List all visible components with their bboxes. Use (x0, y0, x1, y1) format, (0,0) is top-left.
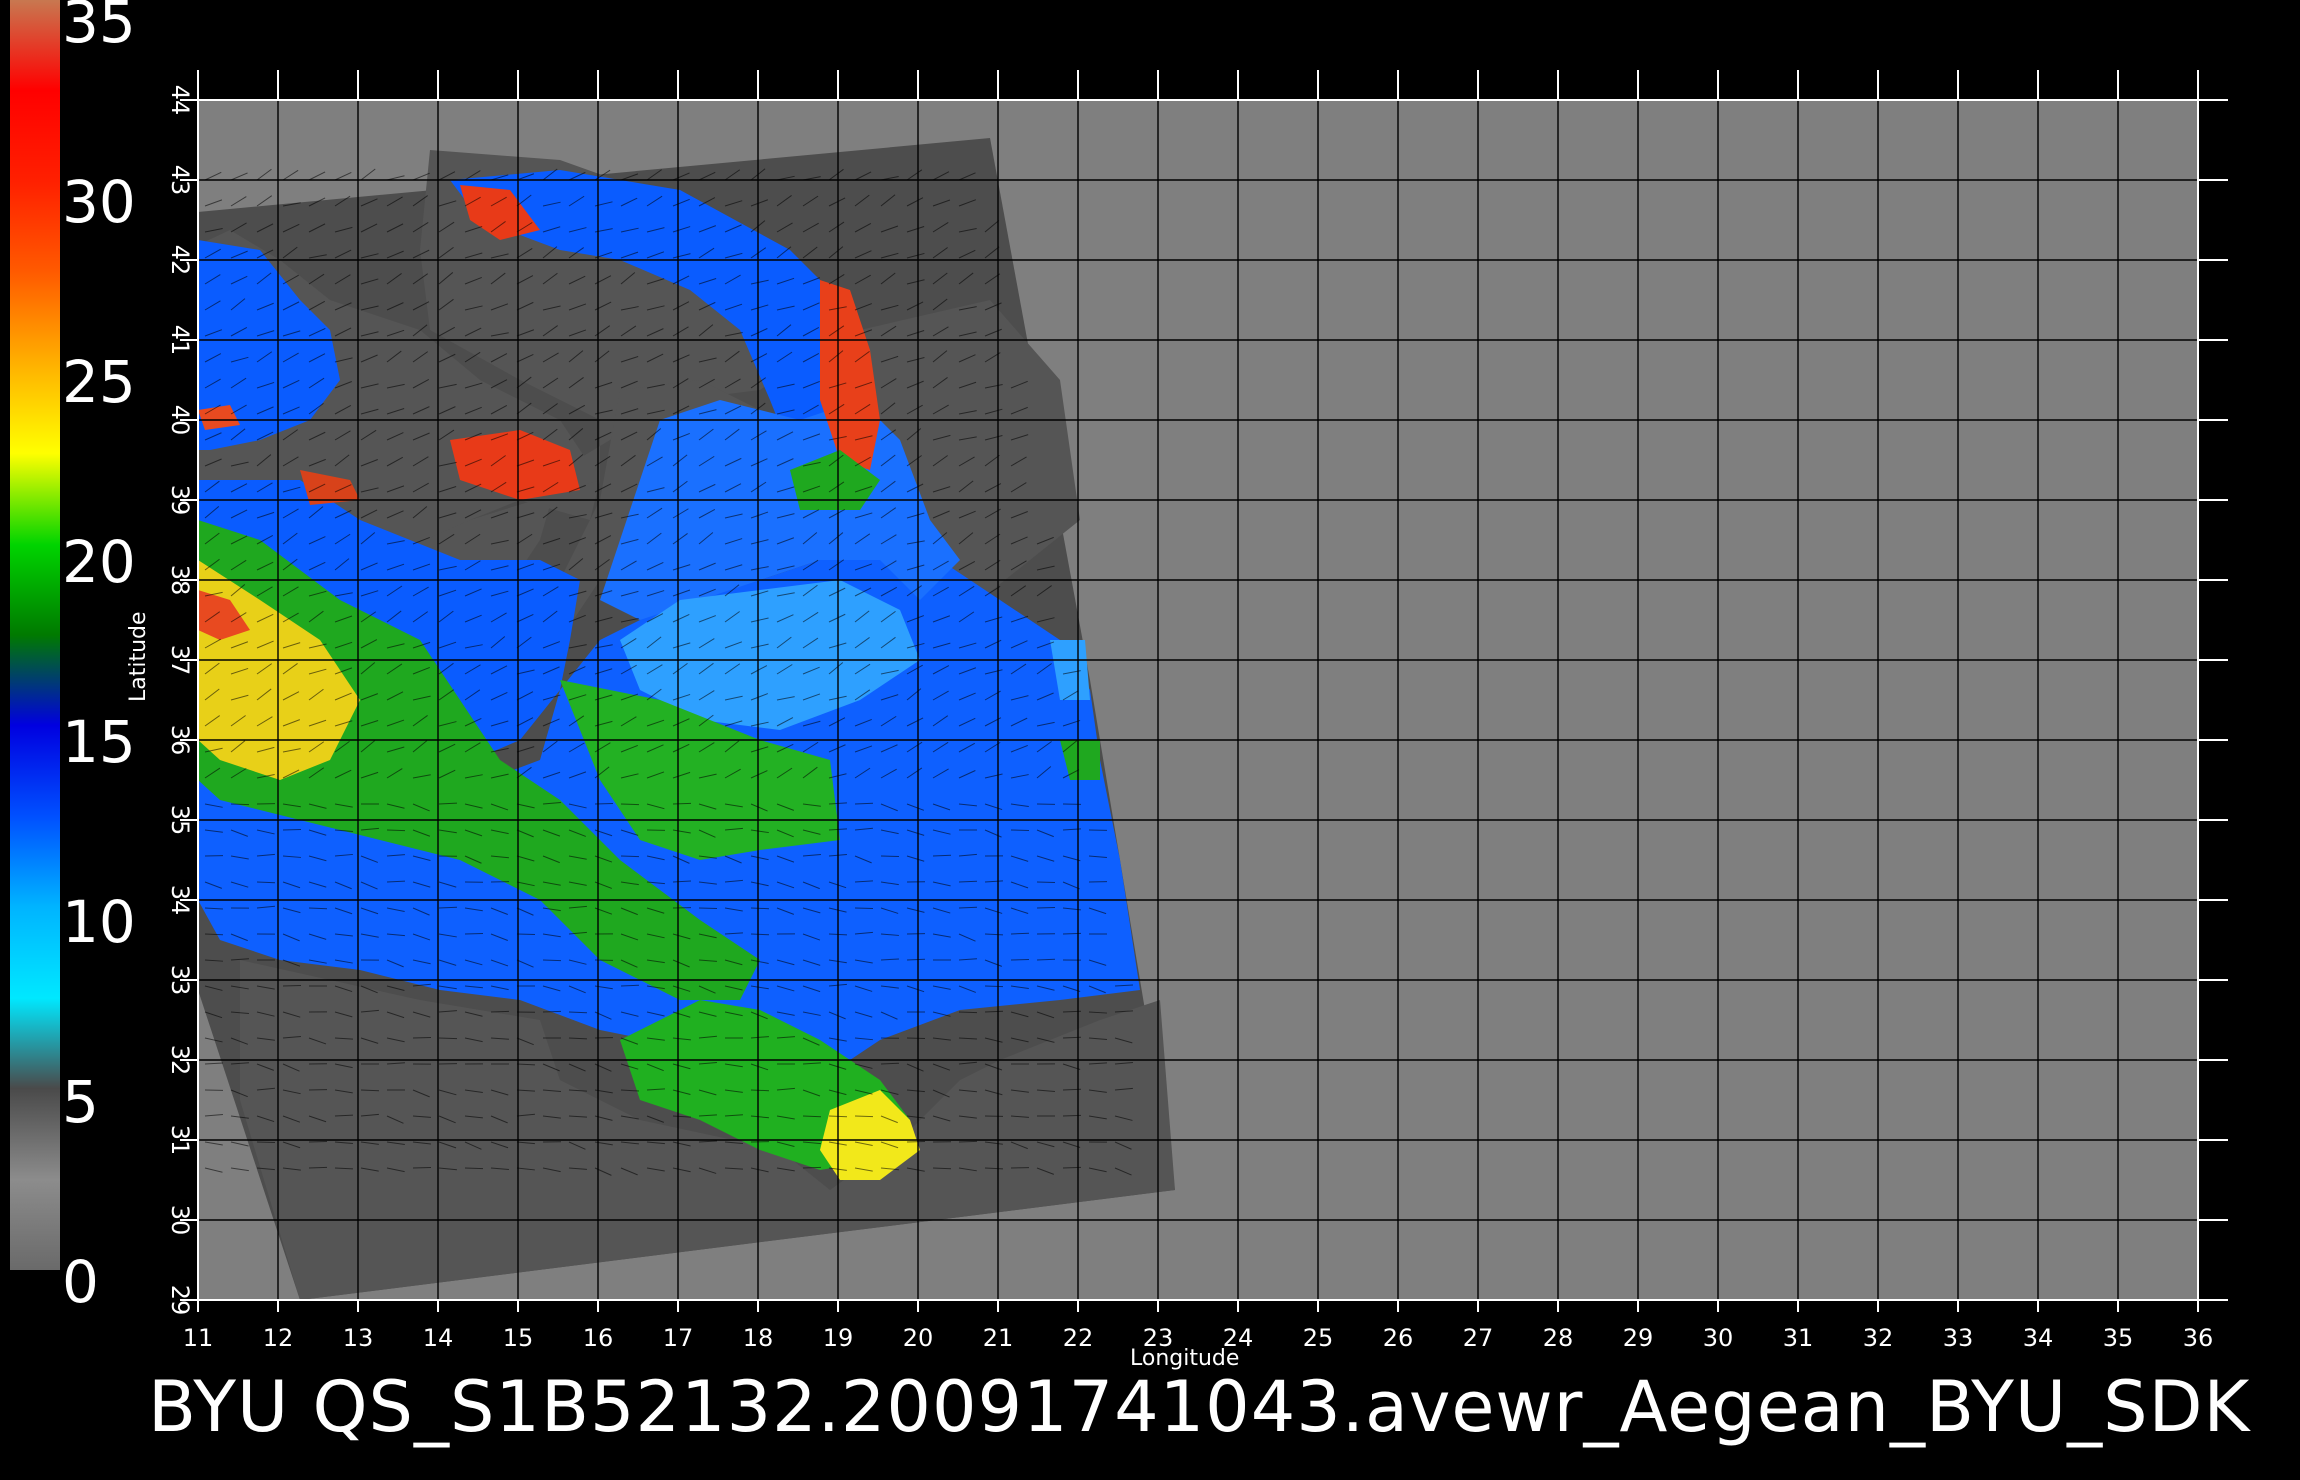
footer-title: BYU QS_S1B52132.20091741043.avewr_Aegean… (148, 1366, 2251, 1448)
colorbar-label: 0 (62, 1248, 99, 1316)
y-tick-label: 32 (166, 1045, 194, 1076)
y-tick-label: 41 (166, 325, 194, 356)
wind-vector (802, 1166, 822, 1169)
y-axis-label: Latitude (126, 611, 151, 702)
x-tick-label: 29 (1623, 1324, 1654, 1352)
y-tick-label: 34 (166, 885, 194, 916)
x-tick-label: 25 (1303, 1324, 1334, 1352)
wind-vector (438, 1037, 458, 1040)
y-tick-label: 35 (166, 805, 194, 836)
x-tick-label: 26 (1383, 1324, 1414, 1352)
y-tick-label: 43 (166, 165, 194, 196)
wind-vector (1062, 932, 1082, 935)
wind-vector (1062, 1114, 1082, 1117)
x-tick-label: 36 (2183, 1324, 2214, 1352)
x-tick-label: 27 (1463, 1324, 1494, 1352)
x-tick-label: 33 (1943, 1324, 1974, 1352)
wind-vector (282, 984, 302, 987)
x-tick-label: 14 (423, 1324, 454, 1352)
wind-map: 11 12 13 14 15 16 17 18 19 20 21 22 23 24 25 26 27 28 29 30… (10, 0, 2228, 1352)
x-tick-label: 13 (343, 1324, 374, 1352)
colorbar-label: 25 (62, 348, 136, 416)
wind-vector (620, 803, 640, 806)
y-tick-labels: 29 30 31 32 33 34 35 36 37 38 39 40 41 42 43 44 (166, 85, 194, 1316)
wind-vector (464, 1167, 484, 1170)
x-tick-label: 21 (983, 1324, 1014, 1352)
wind-vector (750, 907, 770, 910)
x-tick-label: 15 (503, 1324, 534, 1352)
x-tick-label: 30 (1703, 1324, 1734, 1352)
wind-vector (542, 959, 562, 962)
wind-vector (542, 1010, 562, 1013)
wind-vector (1036, 881, 1056, 884)
wind-vector (386, 829, 406, 832)
wind-vector (308, 1166, 328, 1169)
colorbar-label: 15 (62, 708, 136, 776)
wind-vector (854, 1115, 874, 1118)
colorbar-labels: 35 30 25 20 15 10 5 0 (62, 0, 136, 1316)
colorbar-label: 35 (62, 0, 136, 56)
wind-vector (906, 1037, 926, 1040)
wind-vector (802, 1115, 822, 1118)
y-tick-label: 37 (166, 645, 194, 676)
x-tick-label: 16 (583, 1324, 614, 1352)
wind-vector (958, 1011, 978, 1014)
x-tick-label: 32 (1863, 1324, 1894, 1352)
colorbar-label: 20 (62, 528, 136, 596)
y-tick-label: 42 (166, 245, 194, 276)
y-tick-label: 44 (166, 85, 194, 116)
x-tick-label: 18 (743, 1324, 774, 1352)
wind-vector (750, 1089, 770, 1092)
wind-vector (230, 803, 250, 806)
x-tick-label: 11 (183, 1324, 214, 1352)
y-tick-label: 29 (166, 1285, 194, 1316)
x-tick-label: 17 (663, 1324, 694, 1352)
y-tick-label: 39 (166, 485, 194, 516)
map-area (198, 100, 2198, 1300)
colorbar (10, 0, 60, 1270)
wind-vector (880, 855, 900, 858)
wind-vector (1062, 1088, 1082, 1091)
wind-vector (308, 1140, 328, 1143)
y-tick-label: 30 (166, 1205, 194, 1236)
wind-vector (1062, 1036, 1082, 1039)
x-tick-label: 12 (263, 1324, 294, 1352)
y-tick-label: 36 (166, 725, 194, 756)
wind-vector (464, 932, 484, 935)
wind-vector (1010, 958, 1030, 961)
wind-vector (958, 1140, 978, 1143)
x-tick-label: 20 (903, 1324, 934, 1352)
x-tick-label: 28 (1543, 1324, 1574, 1352)
colorbar-label: 30 (62, 168, 136, 236)
wind-vector (1062, 1166, 1082, 1169)
x-tick-label: 19 (823, 1324, 854, 1352)
x-tick-label: 35 (2103, 1324, 2134, 1352)
y-tick-label: 40 (166, 405, 194, 436)
y-tick-label: 33 (166, 965, 194, 996)
wind-vector (490, 1010, 510, 1013)
colorbar-label: 10 (62, 888, 136, 956)
wind-vector (412, 1166, 432, 1169)
y-tick-label: 38 (166, 565, 194, 596)
wind-vector (698, 907, 718, 910)
x-tick-label: 34 (2023, 1324, 2054, 1352)
wind-vector (984, 985, 1004, 988)
x-tick-label: 22 (1063, 1324, 1094, 1352)
wind-vector (672, 802, 692, 805)
x-tick-label: 31 (1783, 1324, 1814, 1352)
colorbar-label: 5 (62, 1068, 99, 1136)
wind-vector (620, 855, 640, 858)
wind-vector (256, 881, 276, 884)
y-tick-label: 31 (166, 1125, 194, 1156)
wind-vector (256, 1141, 276, 1144)
